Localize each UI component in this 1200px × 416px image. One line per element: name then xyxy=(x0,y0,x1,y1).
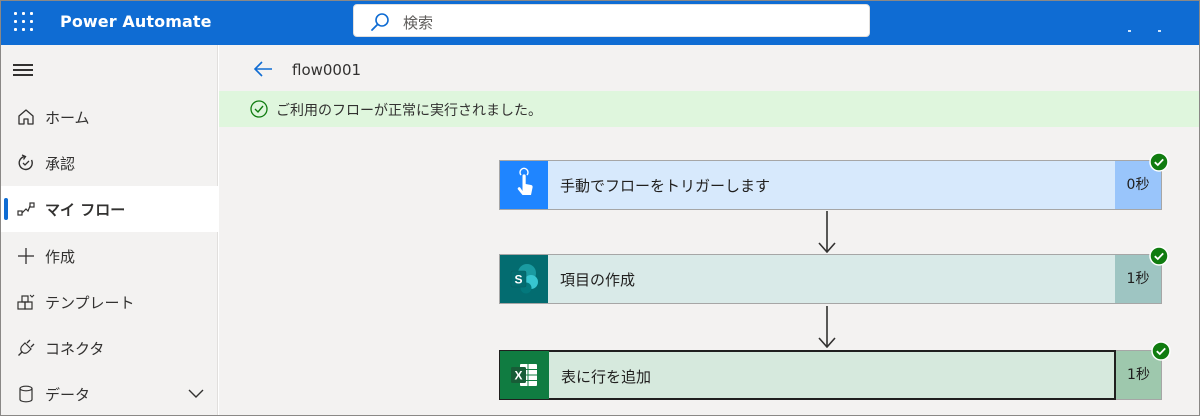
database-icon xyxy=(19,385,33,403)
step-title: 項目の作成 xyxy=(560,271,636,289)
templates-icon xyxy=(17,294,35,310)
search-box[interactable]: 検索 xyxy=(353,4,870,37)
search-icon xyxy=(371,13,389,31)
connector-icon xyxy=(18,339,35,356)
manual-trigger-icon xyxy=(517,167,533,195)
hamburger-menu-icon[interactable] xyxy=(13,61,35,77)
back-arrow-icon[interactable] xyxy=(252,59,274,79)
svg-text:S: S xyxy=(514,273,522,287)
nav-item-approvals[interactable]: 承認 xyxy=(1,140,218,186)
step-tile xyxy=(500,161,548,209)
step-tile: S xyxy=(500,255,548,303)
step-tile: X xyxy=(500,351,549,399)
search-input[interactable]: 検索 xyxy=(403,12,433,33)
nav-item-label: ホーム xyxy=(45,109,90,127)
connector-arrow-icon xyxy=(818,211,836,253)
approvals-icon xyxy=(18,154,33,171)
nav-item-label: コネクタ xyxy=(45,340,105,358)
sharepoint-icon: S xyxy=(510,264,538,294)
svg-text:X: X xyxy=(514,369,522,383)
nav-item-templates[interactable]: テンプレート xyxy=(1,279,218,325)
nav-item-label: 作成 xyxy=(45,248,76,266)
nav-item-label: テンプレート xyxy=(45,294,135,312)
chevron-down-icon[interactable] xyxy=(187,386,205,400)
page-title: flow0001 xyxy=(292,61,362,79)
nav-item-my-flows[interactable]: マイ フロー xyxy=(1,186,218,232)
success-check-icon xyxy=(1149,246,1169,266)
top-bar: Power Automate 検索 xyxy=(1,1,1199,45)
app-window: Power Automate 検索 ホーム 承認 マイ フロー 作成 テンプレー… xyxy=(0,0,1200,416)
overflow-dots-icon[interactable] xyxy=(1128,30,1168,33)
nav-item-label: 承認 xyxy=(45,155,76,173)
home-icon xyxy=(18,109,34,125)
nav-item-data[interactable]: データ xyxy=(1,371,218,415)
step-create-item[interactable]: S 項目の作成 1秒 xyxy=(499,246,1169,304)
connector-arrow-icon xyxy=(818,306,836,348)
app-title[interactable]: Power Automate xyxy=(60,12,212,31)
left-nav: ホーム 承認 マイ フロー 作成 テンプレート コネクタ データ xyxy=(1,45,218,415)
step-add-row[interactable]: X 表に行を追加 xyxy=(499,350,1116,400)
success-check-icon xyxy=(1149,152,1169,172)
step-manual-trigger[interactable]: 手動でフローをトリガーします 0秒 xyxy=(499,152,1169,210)
nav-item-label: データ xyxy=(45,386,91,404)
success-banner: ご利用のフローが正常に実行されました。 xyxy=(219,91,1199,127)
banner-message: ご利用のフローが正常に実行されました。 xyxy=(276,103,542,119)
success-check-icon xyxy=(250,100,268,118)
nav-item-connectors[interactable]: コネクタ xyxy=(1,325,218,371)
nav-item-label: マイ フロー xyxy=(45,201,126,219)
app-launcher-icon[interactable] xyxy=(13,11,37,35)
my-flows-icon xyxy=(17,202,35,216)
nav-item-create[interactable]: 作成 xyxy=(1,233,218,279)
success-check-icon xyxy=(1151,341,1171,361)
step-title: 表に行を追加 xyxy=(561,368,652,386)
excel-icon: X xyxy=(511,364,537,386)
step-title: 手動でフローをトリガーします xyxy=(560,177,771,195)
active-indicator xyxy=(4,198,8,220)
nav-item-home[interactable]: ホーム xyxy=(1,94,218,140)
plus-icon xyxy=(18,248,34,264)
